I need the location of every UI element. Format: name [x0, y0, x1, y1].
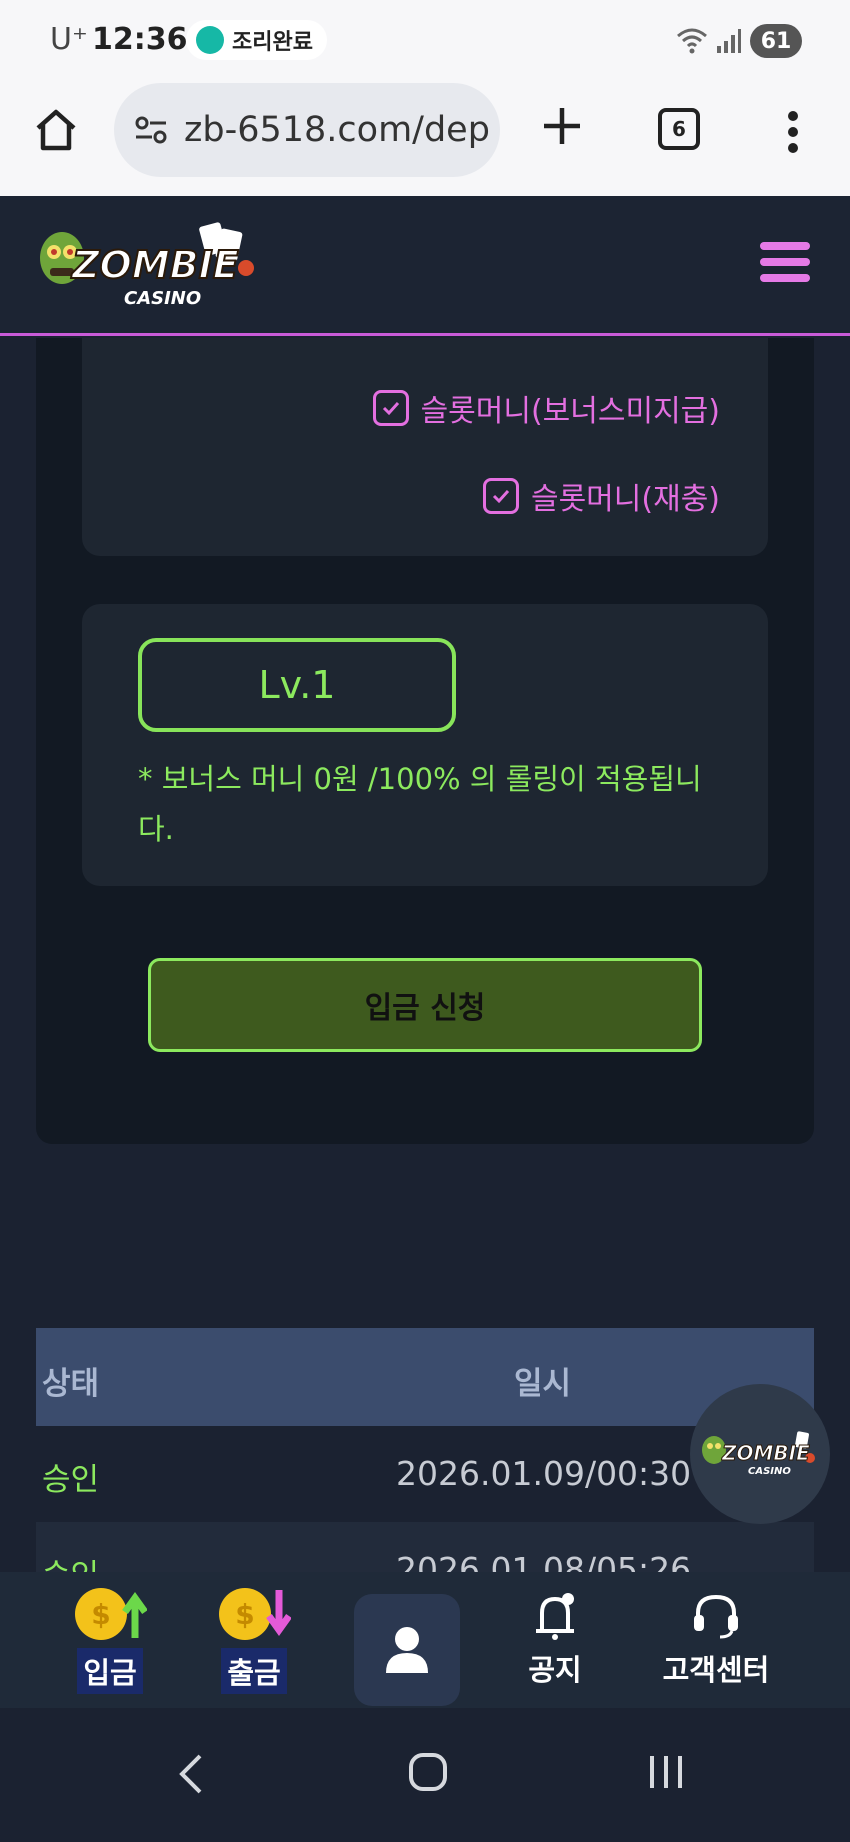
notification-pill: 조리완료	[186, 20, 327, 60]
hamburger-line	[760, 274, 810, 282]
system-navigation-bar	[0, 1708, 850, 1842]
coin-up-arrow-icon: $	[75, 1588, 147, 1640]
more-menu-icon[interactable]	[786, 110, 800, 154]
nav-support[interactable]: 고객센터	[646, 1572, 786, 1708]
hamburger-line	[760, 242, 810, 250]
hamburger-line	[760, 258, 810, 266]
logo-text-secondary: CASINO	[124, 288, 201, 309]
table-header: 상태 일시	[36, 1328, 814, 1426]
tab-switcher-button[interactable]: 6	[658, 108, 700, 150]
svg-text:$: $	[235, 1598, 254, 1631]
recent-apps-icon[interactable]	[646, 1752, 686, 1792]
hamburger-menu-button[interactable]	[760, 242, 810, 282]
notification-text: 조리완료	[232, 30, 313, 55]
bottom-navigation: $ 입금 $ 출금 공지 고객센터	[0, 1572, 850, 1708]
signal-icon	[717, 29, 741, 53]
home-icon[interactable]	[32, 106, 80, 154]
clock: 12:36	[92, 22, 188, 57]
level-badge: Lv.1	[138, 638, 456, 732]
app-icon	[196, 26, 224, 54]
deposit-request-button[interactable]: 입금 신청	[148, 958, 702, 1052]
rolling-note: * 보너스 머니 0원 /100% 의 롤링이 적용됩니다.	[138, 762, 702, 846]
nav-notice-label: 공지	[528, 1653, 582, 1687]
nav-withdraw-label: 출금	[221, 1648, 287, 1694]
user-icon	[386, 1627, 428, 1673]
check-icon	[382, 401, 399, 416]
bonus-option-label: 슬롯머니(재충)	[530, 482, 720, 517]
back-icon[interactable]	[176, 1752, 206, 1796]
logo-text-primary: ZOMBIE	[71, 243, 239, 287]
new-tab-icon[interactable]	[538, 102, 586, 150]
wifi-icon	[677, 28, 707, 54]
column-header-status: 상태	[42, 1366, 100, 1402]
headset-icon	[694, 1594, 738, 1639]
status-bar: U⁺ 12:36 조리완료 61	[0, 0, 850, 80]
bonus-option-2[interactable]: 슬롯머니(재충)	[482, 474, 720, 518]
level-card: Lv.1 * 보너스 머니 0원 /100% 의 롤링이 적용됩니다.	[82, 604, 768, 886]
browser-toolbar: zb-6518.com/dep 6	[0, 80, 850, 196]
floating-logo-button[interactable]: ZOMBIE CASINO	[690, 1384, 830, 1524]
site-settings-icon[interactable]	[134, 115, 168, 145]
url-text: zb-6518.com/dep	[184, 110, 490, 150]
zombie-casino-logo: ZOMBIE CASINO	[702, 1431, 815, 1477]
svg-text:$: $	[91, 1598, 110, 1631]
bonus-option-1[interactable]: 슬롯머니(보너스미지급)	[372, 386, 720, 430]
logo-text-secondary: CASINO	[748, 1466, 791, 1477]
battery-indicator: 61	[750, 24, 802, 58]
nav-deposit[interactable]: $ 입금	[68, 1572, 152, 1708]
home-button-icon[interactable]	[408, 1752, 448, 1792]
checkbox[interactable]	[482, 478, 519, 514]
carrier-label: U⁺	[50, 22, 88, 57]
address-bar[interactable]: zb-6518.com/dep	[114, 83, 500, 177]
nav-profile[interactable]	[354, 1594, 460, 1706]
logo-text-primary: ZOMBIE	[721, 1441, 810, 1465]
bonus-options-card: 슬롯머니(보너스미지급) 슬롯머니(재충)	[82, 338, 768, 556]
site-header: ZOMBIE CASINO	[0, 196, 850, 336]
row-status: 승인	[42, 1462, 100, 1498]
check-icon	[492, 489, 510, 504]
column-header-date: 일시	[514, 1366, 572, 1402]
nav-deposit-label: 입금	[77, 1648, 143, 1694]
bonus-option-label: 슬롯머니(보너스미지급)	[420, 394, 720, 429]
nav-support-label: 고객센터	[662, 1653, 770, 1687]
checkbox[interactable]	[372, 390, 409, 426]
bell-icon	[536, 1593, 574, 1640]
nav-notice[interactable]: 공지	[520, 1572, 590, 1708]
zombie-casino-logo[interactable]: ZOMBIE CASINO	[32, 216, 272, 316]
coin-down-arrow-icon: $	[219, 1588, 291, 1640]
row-date: 2026.01.09/00:30	[396, 1454, 692, 1493]
nav-withdraw[interactable]: $ 출금	[212, 1572, 296, 1708]
